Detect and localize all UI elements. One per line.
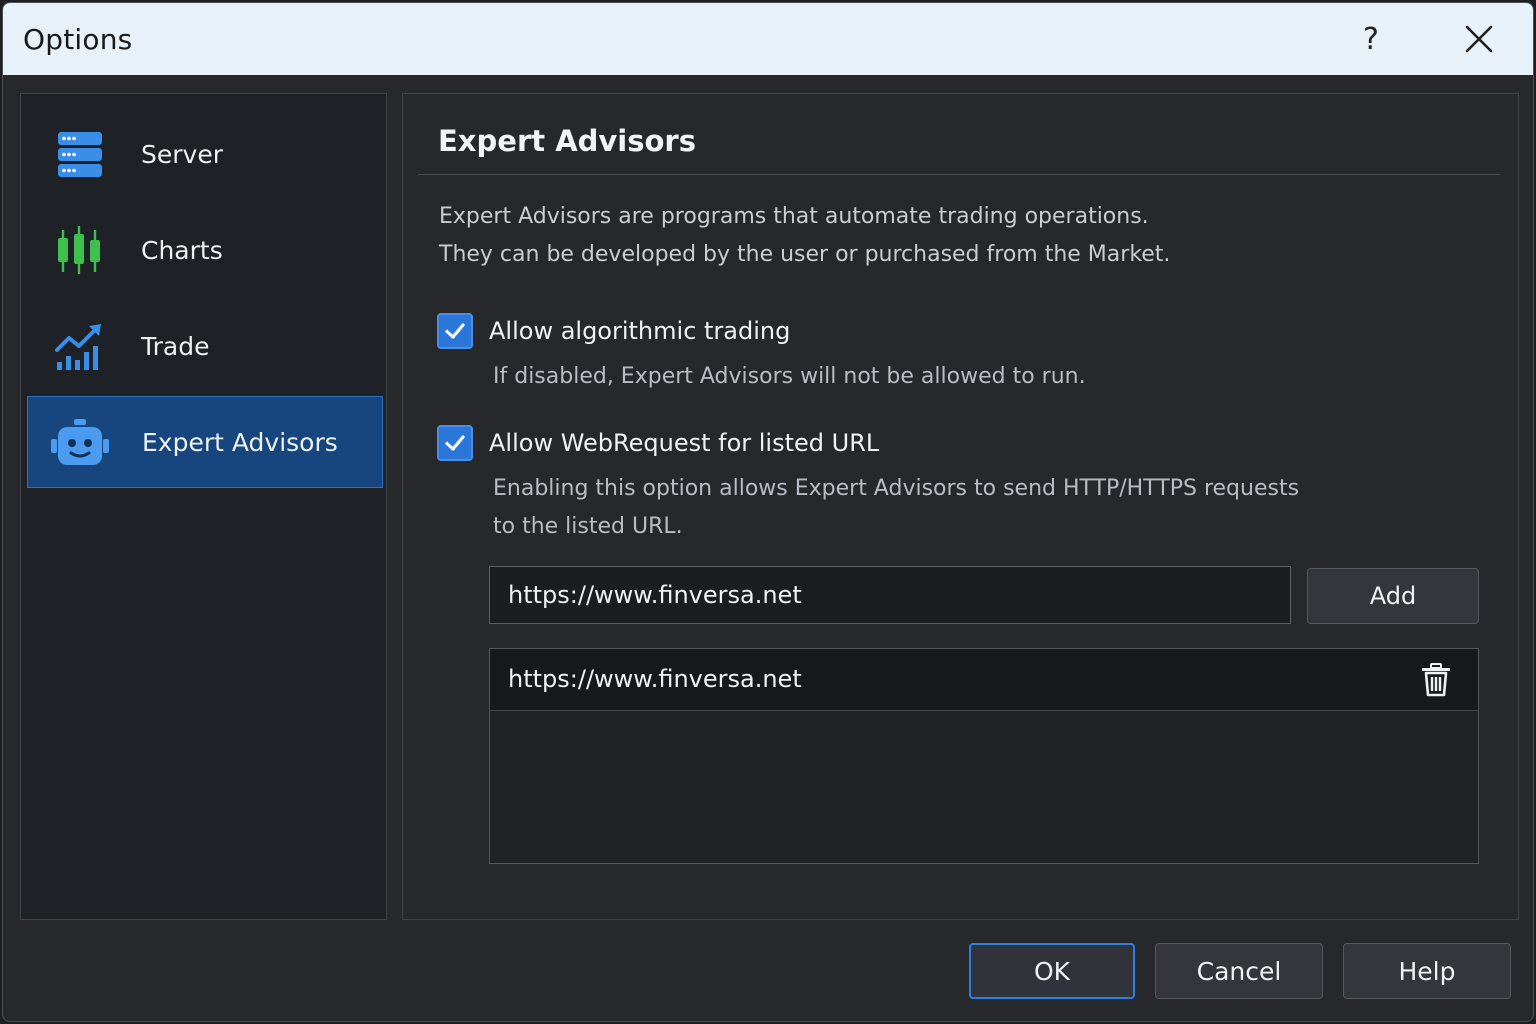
webrequest-description-line-1: Enabling this option allows Expert Advis… [493,476,1300,501]
option-allow-webrequest: Allow WebRequest for listed URL [437,424,879,462]
algorithmic-trading-label[interactable]: Allow algorithmic trading [489,317,790,345]
page-title: Expert Advisors [438,124,696,158]
url-list-item-text: https://www.finversa.net [508,665,802,693]
trade-growth-icon [55,324,101,370]
sidebar-item-label: Trade [141,331,210,361]
close-icon [1465,25,1493,53]
url-list: https://www.finversa.net [489,648,1479,864]
sidebar-item-charts[interactable]: Charts [27,204,383,296]
checkmark-icon [445,435,465,451]
help-title-button[interactable]: ? [1343,15,1399,63]
checkmark-icon [445,323,465,339]
webrequest-description-line-2: to the listed URL. [493,514,683,539]
webrequest-label[interactable]: Allow WebRequest for listed URL [489,429,879,457]
sidebar-item-trade[interactable]: Trade [27,300,383,392]
robot-icon [51,419,109,465]
algorithmic-trading-checkbox[interactable] [437,313,473,349]
window-title: Options [23,23,133,56]
options-dialog: Options ? Server Charts Trade Expert Adv… [2,2,1534,1022]
sidebar-item-label: Expert Advisors [142,427,338,457]
candlestick-chart-icon [58,226,100,274]
help-button[interactable]: Help [1343,943,1511,999]
close-button[interactable] [1451,15,1507,63]
options-sidebar: Server Charts Trade Expert Advisors [20,93,387,920]
trash-icon[interactable] [1420,663,1452,697]
sidebar-item-expert-advisors[interactable]: Expert Advisors [27,396,383,488]
add-url-button[interactable]: Add [1307,568,1479,624]
ok-button[interactable]: OK [969,943,1135,999]
option-allow-algorithmic-trading: Allow algorithmic trading [437,312,790,350]
server-icon [58,132,102,177]
sidebar-item-label: Server [141,139,223,169]
sidebar-item-label: Charts [141,235,223,265]
section-description-line-1: Expert Advisors are programs that automa… [439,204,1149,229]
cancel-button[interactable]: Cancel [1155,943,1323,999]
title-bar: Options ? [3,3,1533,75]
title-divider [418,174,1500,175]
list-item[interactable]: https://www.finversa.net [490,649,1478,711]
algorithmic-trading-description: If disabled, Expert Advisors will not be… [493,364,1086,389]
sidebar-item-server[interactable]: Server [27,108,383,200]
section-description-line-2: They can be developed by the user or pur… [439,242,1171,267]
webrequest-checkbox[interactable] [437,425,473,461]
url-input[interactable] [489,566,1291,624]
options-content-panel: Expert Advisors Expert Advisors are prog… [402,93,1519,920]
